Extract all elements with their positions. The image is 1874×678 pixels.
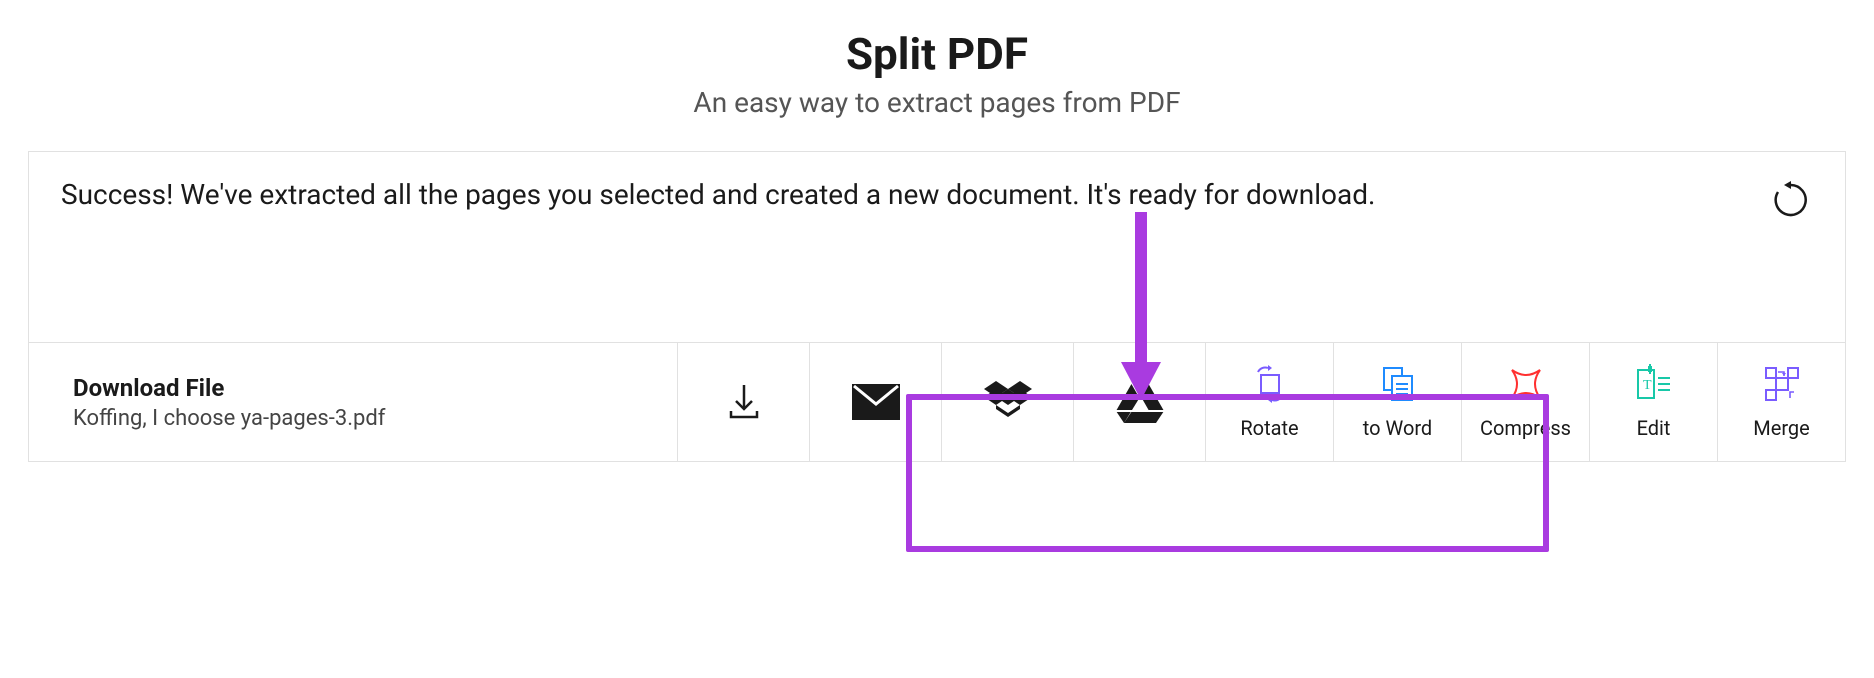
compress-label: Compress xyxy=(1480,416,1571,440)
merge-tool[interactable]: Merge xyxy=(1717,343,1845,461)
message-row: Success! We've extracted all the pages y… xyxy=(29,152,1845,343)
success-message: Success! We've extracted all the pages y… xyxy=(61,178,1749,211)
page-header: Split PDF An easy way to extract pages f… xyxy=(0,0,1874,119)
rotate-label: Rotate xyxy=(1240,416,1298,440)
svg-text:T: T xyxy=(1643,378,1652,393)
download-icon xyxy=(723,381,765,423)
restart-button[interactable] xyxy=(1769,178,1813,222)
page-subtitle: An easy way to extract pages from PDF xyxy=(0,86,1874,119)
rotate-icon xyxy=(1250,364,1290,404)
download-label: Download File xyxy=(73,374,633,402)
download-cell[interactable]: Download File Koffing, I choose ya-pages… xyxy=(29,343,677,461)
merge-label: Merge xyxy=(1753,416,1810,440)
edit-label: Edit xyxy=(1637,416,1671,440)
email-icon xyxy=(852,384,900,420)
rotate-tool[interactable]: Rotate xyxy=(1205,343,1333,461)
google-drive-button[interactable] xyxy=(1073,343,1205,461)
to-word-label: to Word xyxy=(1363,416,1432,440)
google-drive-icon xyxy=(1116,381,1164,423)
compress-icon xyxy=(1506,364,1546,404)
edit-tool[interactable]: T Edit xyxy=(1589,343,1717,461)
merge-icon xyxy=(1762,364,1802,404)
restart-icon xyxy=(1770,179,1812,221)
result-panel: Success! We've extracted all the pages y… xyxy=(28,151,1846,462)
download-button[interactable] xyxy=(677,343,809,461)
dropbox-icon xyxy=(984,381,1032,423)
compress-tool[interactable]: Compress xyxy=(1461,343,1589,461)
email-button[interactable] xyxy=(809,343,941,461)
dropbox-button[interactable] xyxy=(941,343,1073,461)
to-word-tool[interactable]: to Word xyxy=(1333,343,1461,461)
to-word-icon xyxy=(1378,364,1418,404)
page-title: Split PDF xyxy=(0,28,1874,80)
download-filename: Koffing, I choose ya-pages-3.pdf xyxy=(73,406,633,431)
action-row: Download File Koffing, I choose ya-pages… xyxy=(29,343,1845,461)
edit-icon: T xyxy=(1634,364,1674,404)
